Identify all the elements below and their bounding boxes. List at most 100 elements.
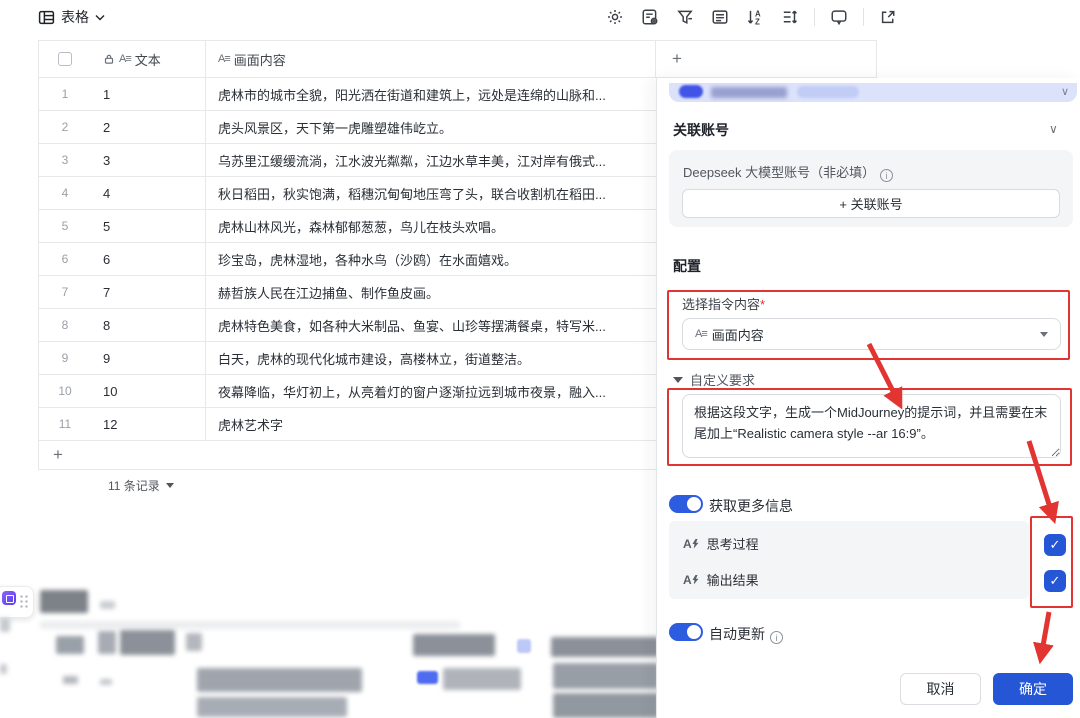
table-row[interactable]: 11虎林市的城市全貌，阳光洒在街道和建筑上，远处是连绵的山脉和... [38,78,656,111]
collapse-triangle-icon [673,377,683,383]
add-row-button[interactable]: + [38,441,656,470]
collapse-chevron-icon[interactable]: ∨ [1049,122,1058,136]
config-section-title: 配置 [673,256,701,276]
cell-text[interactable]: 10 [91,375,206,407]
ai-field-icon: A [683,539,699,549]
column-header-text[interactable]: A≡ 文本 [91,41,206,77]
toolbar-divider [814,8,815,26]
comment-icon[interactable] [828,6,850,28]
add-account-button[interactable]: + 关联账号 [682,189,1060,218]
select-all-checkbox[interactable] [58,52,72,66]
row-index: 3 [39,153,91,167]
censored-block [40,590,88,613]
account-card: Deepseek 大模型账号（非必填）i + 关联账号 [669,150,1073,227]
table-body: 11虎林市的城市全貌，阳光洒在街道和建筑上，远处是连绵的山脉和...22虎头风景… [38,78,656,441]
option-row-output[interactable]: A 输出结果 [683,570,759,589]
info-icon[interactable]: i [880,169,893,182]
sort-az-icon[interactable]: AZ [744,6,766,28]
row-index: 2 [39,120,91,134]
view-switcher[interactable]: 表格 [38,7,105,27]
cell-content[interactable]: 秋日稻田，秋实饱满，稻穗沉甸甸地压弯了头，联合收割机在稻田... [206,177,656,209]
chevron-down-icon: ∨ [1061,85,1069,98]
cell-text[interactable]: 5 [91,210,206,242]
cell-text[interactable]: 9 [91,342,206,374]
filter-icon[interactable] [674,6,696,28]
censored-block [40,621,460,629]
censored-block [797,86,859,98]
instruction-selected-value: 画面内容 [712,325,764,344]
censored-block [551,637,659,657]
censored-block [417,671,438,684]
field-shortcuts-icon[interactable] [639,6,661,28]
output-result-checkbox[interactable]: ✓ [1044,570,1066,592]
add-field-button[interactable]: + [656,40,877,78]
table-row[interactable]: 1112虎林艺术字 [38,408,656,441]
group-list-icon[interactable] [709,6,731,28]
cell-content[interactable]: 虎林艺术字 [206,408,656,440]
cell-text[interactable]: 4 [91,177,206,209]
cell-content[interactable]: 夜幕降临，华灯初上，从亮着灯的窗户逐渐拉远到城市夜景，融入... [206,375,656,407]
censored-block [98,631,116,654]
account-section-title: 关联账号 [673,120,729,140]
table-row[interactable]: 99白天，虎林的现代化城市建设，高楼林立，街道整洁。 [38,342,656,375]
thinking-process-checkbox[interactable]: ✓ [1044,534,1066,556]
censored-block [711,87,787,98]
cell-text[interactable]: 2 [91,111,206,143]
table-row[interactable]: 33乌苏里江缓缓流淌，江水波光粼粼，江边水草丰美，江对岸有俄式... [38,144,656,177]
row-index: 9 [39,351,91,365]
censored-block [63,676,78,684]
cell-content[interactable]: 珍宝岛，虎林湿地，各种水鸟（沙鸥）在水面嬉戏。 [206,243,656,275]
cell-text[interactable]: 3 [91,144,206,176]
toolbar-divider [863,8,864,26]
model-selector-bar[interactable]: ∨ [669,83,1077,102]
open-in-new-icon[interactable] [877,6,899,28]
cell-content[interactable]: 白天，虎林的现代化城市建设，高楼林立，街道整洁。 [206,342,656,374]
table-row[interactable]: 77赫哲族人民在江边捕鱼、制作鱼皮画。 [38,276,656,309]
row-index: 11 [39,417,91,431]
table-row[interactable]: 1010夜幕降临，华灯初上，从亮着灯的窗户逐渐拉远到城市夜景，融入... [38,375,656,408]
auto-update-toggle[interactable] [669,623,703,641]
custom-requirement-input[interactable]: 根据这段文字，生成一个MidJourney的提示词，并且需要在末尾加上“Real… [682,394,1061,458]
option-label: 思考过程 [707,534,759,553]
confirm-button[interactable]: 确定 [993,673,1073,705]
cell-content[interactable]: 乌苏里江缓缓流淌，江水波光粼粼，江边水草丰美，江对岸有俄式... [206,144,656,176]
cell-content[interactable]: 虎林特色美食，如各种大米制品、鱼宴、山珍等摆满餐桌，特写米... [206,309,656,341]
ai-field-icon: A [683,575,699,585]
cell-text[interactable]: 12 [91,408,206,440]
censored-block [100,601,115,609]
table-row[interactable]: 44秋日稻田，秋实饱满，稻穗沉甸甸地压弯了头，联合收割机在稻田... [38,177,656,210]
cell-content[interactable]: 赫哲族人民在江边捕鱼、制作鱼皮画。 [206,276,656,308]
censored-block [120,630,175,655]
info-icon[interactable]: i [770,631,783,644]
output-options-card: A 思考过程 A 输出结果 [669,521,1029,599]
cell-text[interactable]: 8 [91,309,206,341]
cancel-button[interactable]: 取消 [900,673,981,705]
table-row[interactable]: 66珍宝岛，虎林湿地，各种水鸟（沙鸥）在水面嬉戏。 [38,243,656,276]
cell-content[interactable]: 虎林山林风光，森林郁郁葱葱，鸟儿在枝头欢唱。 [206,210,656,242]
required-mark: * [760,297,765,312]
table-row[interactable]: 22虎头风景区，天下第一虎雕塑雄伟屹立。 [38,111,656,144]
table-row[interactable]: 55虎林山林风光，森林郁郁葱葱，鸟儿在枝头欢唱。 [38,210,656,243]
chevron-down-icon [95,14,105,21]
record-count[interactable]: 11 条记录 [108,477,174,494]
table-view-icon [38,9,55,26]
instruction-content-select[interactable]: A≡ 画面内容 [682,318,1061,350]
censored-block [197,697,347,717]
cell-content[interactable]: 虎头风景区，天下第一虎雕塑雄伟屹立。 [206,111,656,143]
cell-text[interactable]: 7 [91,276,206,308]
more-info-toggle[interactable] [669,495,703,513]
column-header-content[interactable]: A≡ 画面内容 [206,41,655,77]
custom-requirement-header[interactable]: 自定义要求 [673,370,755,389]
text-field-icon: A≡ [119,53,131,65]
drag-handle-icon[interactable] [19,594,29,608]
option-label: 输出结果 [707,570,759,589]
censored-block [443,668,521,690]
table-row[interactable]: 88虎林特色美食，如各种大米制品、鱼宴、山珍等摆满餐桌，特写米... [38,309,656,342]
row-height-icon[interactable] [779,6,801,28]
chevron-down-icon [166,483,174,488]
cell-content[interactable]: 虎林市的城市全貌，阳光洒在街道和建筑上，远处是连绵的山脉和... [206,78,656,110]
option-row-thinking[interactable]: A 思考过程 [683,534,759,553]
settings-icon[interactable] [604,6,626,28]
cell-text[interactable]: 1 [91,78,206,110]
cell-text[interactable]: 6 [91,243,206,275]
